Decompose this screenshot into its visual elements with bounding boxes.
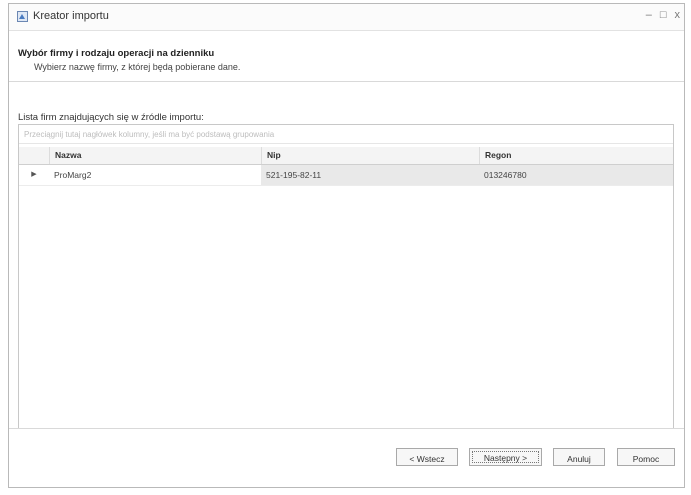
company-grid[interactable]: Przeciągnij tutaj nagłówek kolumny, jeśl… <box>18 124 674 436</box>
next-button[interactable]: Następny > <box>469 448 542 466</box>
import-wizard-window: Kreator importu – □ x Wybór firmy i rodz… <box>8 3 685 488</box>
table-row[interactable]: ▶ ProMarg2 521-195-82-11 013246780 <box>19 165 673 186</box>
minimize-button[interactable]: – <box>646 9 652 21</box>
next-button-label: Następny > <box>472 451 539 463</box>
wizard-header: Wybór firmy i rodzaju operacji na dzienn… <box>9 31 684 82</box>
wizard-content: Lista firm znajdujących się w źródle imp… <box>9 82 684 436</box>
back-button[interactable]: < Wstecz <box>396 448 458 466</box>
row-indicator-icon: ▶ <box>31 171 37 178</box>
cancel-button[interactable]: Anuluj <box>553 448 605 466</box>
wizard-footer: < Wstecz Następny > Anuluj Pomoc <box>9 428 684 487</box>
step-subtitle: Wybierz nazwę firmy, z której będą pobie… <box>34 62 241 72</box>
cell-nip[interactable]: 521-195-82-11 <box>261 165 479 185</box>
grid-header: Nazwa Nip Regon <box>19 147 673 165</box>
close-button[interactable]: x <box>675 9 681 21</box>
column-header-regon[interactable]: Regon <box>479 147 673 164</box>
row-indicator-header <box>19 147 49 164</box>
step-title: Wybór firmy i rodzaju operacji na dzienn… <box>18 48 215 59</box>
group-by-hint: Przeciągnij tutaj nagłówek kolumny, jeśl… <box>24 130 275 139</box>
company-list-label: Lista firm znajdujących się w źródle imp… <box>18 112 204 123</box>
cell-nazwa[interactable]: ProMarg2 <box>49 165 261 185</box>
column-header-nazwa[interactable]: Nazwa <box>49 147 261 164</box>
title-bar: Kreator importu – □ x <box>9 4 684 31</box>
help-button[interactable]: Pomoc <box>617 448 675 466</box>
window-title: Kreator importu <box>33 10 109 22</box>
wizard-icon <box>17 11 28 22</box>
cell-regon[interactable]: 013246780 <box>479 165 673 185</box>
maximize-button[interactable]: □ <box>660 9 667 21</box>
column-header-nip[interactable]: Nip <box>261 147 479 164</box>
group-by-panel[interactable]: Przeciągnij tutaj nagłówek kolumny, jeśl… <box>19 125 673 144</box>
window-controls: – □ x <box>646 9 680 21</box>
